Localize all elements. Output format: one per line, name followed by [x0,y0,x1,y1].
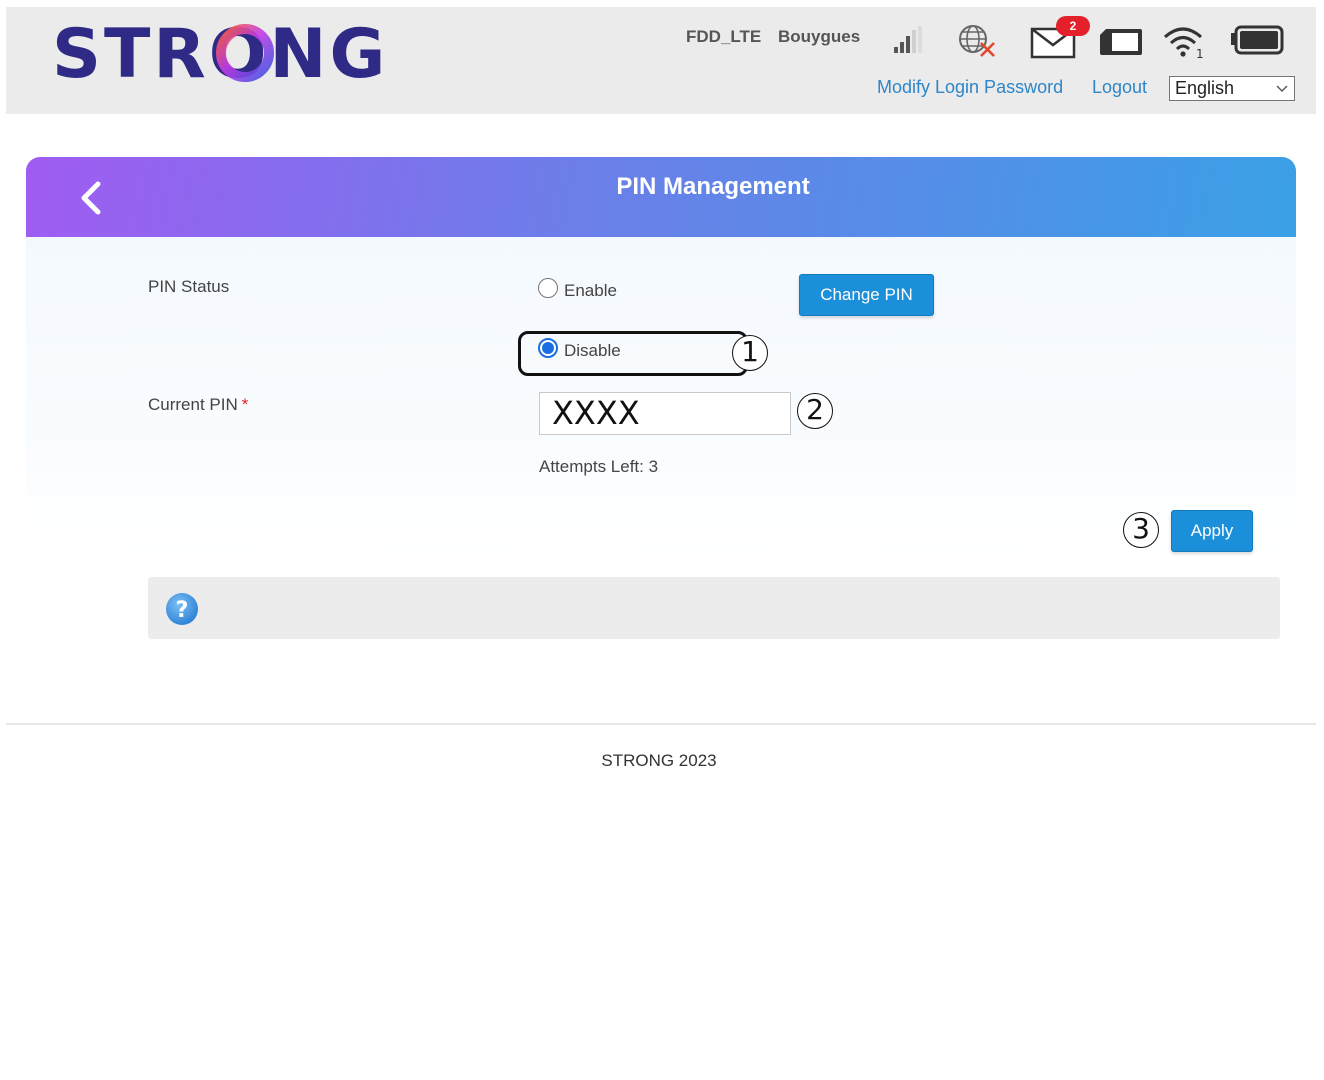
wifi-icon: 1 [1164,27,1204,61]
globe-disconnected-icon [959,25,995,57]
language-selected-value: English [1175,78,1235,98]
operator-name: Bouygues [778,27,861,46]
radio-disable[interactable]: Disable [538,337,621,362]
annotation-callout-3: 3 [1123,512,1159,548]
footer-copyright: STRONG 2023 [601,751,717,770]
signal-icon [894,26,922,53]
chevron-down-icon [1276,85,1288,92]
network-type: FDD_LTE [686,27,762,46]
language-select[interactable]: English [1169,76,1295,101]
radio-disable-label: Disable [564,341,621,360]
battery-icon [1231,25,1284,55]
radio-enable[interactable]: Enable [538,277,617,302]
pin-management-panel: PIN Management PIN Status Enable Change … [26,157,1296,559]
help-question-icon[interactable]: ? [164,591,200,627]
required-marker: * [241,395,249,414]
svg-text:?: ? [176,598,189,623]
panel-header: PIN Management [26,157,1296,237]
current-pin-label: Current PIN * [148,395,248,415]
sim-card-icon [1100,29,1142,55]
page-title: PIN Management [616,173,810,200]
top-header: STRONG FDD_LTE Bouygues 2 1 Modify Login… [6,7,1316,114]
radio-disable-indicator[interactable] [538,337,558,358]
apply-button[interactable]: Apply [1171,510,1253,552]
annotation-callout-2: 2 [797,393,833,429]
svg-text:1: 1 [1196,47,1204,61]
current-pin-input[interactable]: XXXX [539,392,791,435]
modify-login-password-link[interactable]: Modify Login Password [877,77,1063,98]
radio-enable-indicator[interactable] [538,277,558,298]
radio-enable-label: Enable [564,281,617,300]
attempts-left-text: Attempts Left: 3 [539,457,659,476]
annotation-callout-1: 1 [732,335,768,371]
logout-link[interactable]: Logout [1092,77,1147,98]
pin-status-label: PIN Status [148,277,230,296]
unread-messages-badge: 2 [1056,16,1090,36]
change-pin-button[interactable]: Change PIN [799,274,934,316]
current-pin-label-text: Current PIN [148,395,238,414]
help-bar: ? [148,577,1280,639]
strong-logo: STRONG [52,17,385,87]
footer-divider [6,723,1316,725]
